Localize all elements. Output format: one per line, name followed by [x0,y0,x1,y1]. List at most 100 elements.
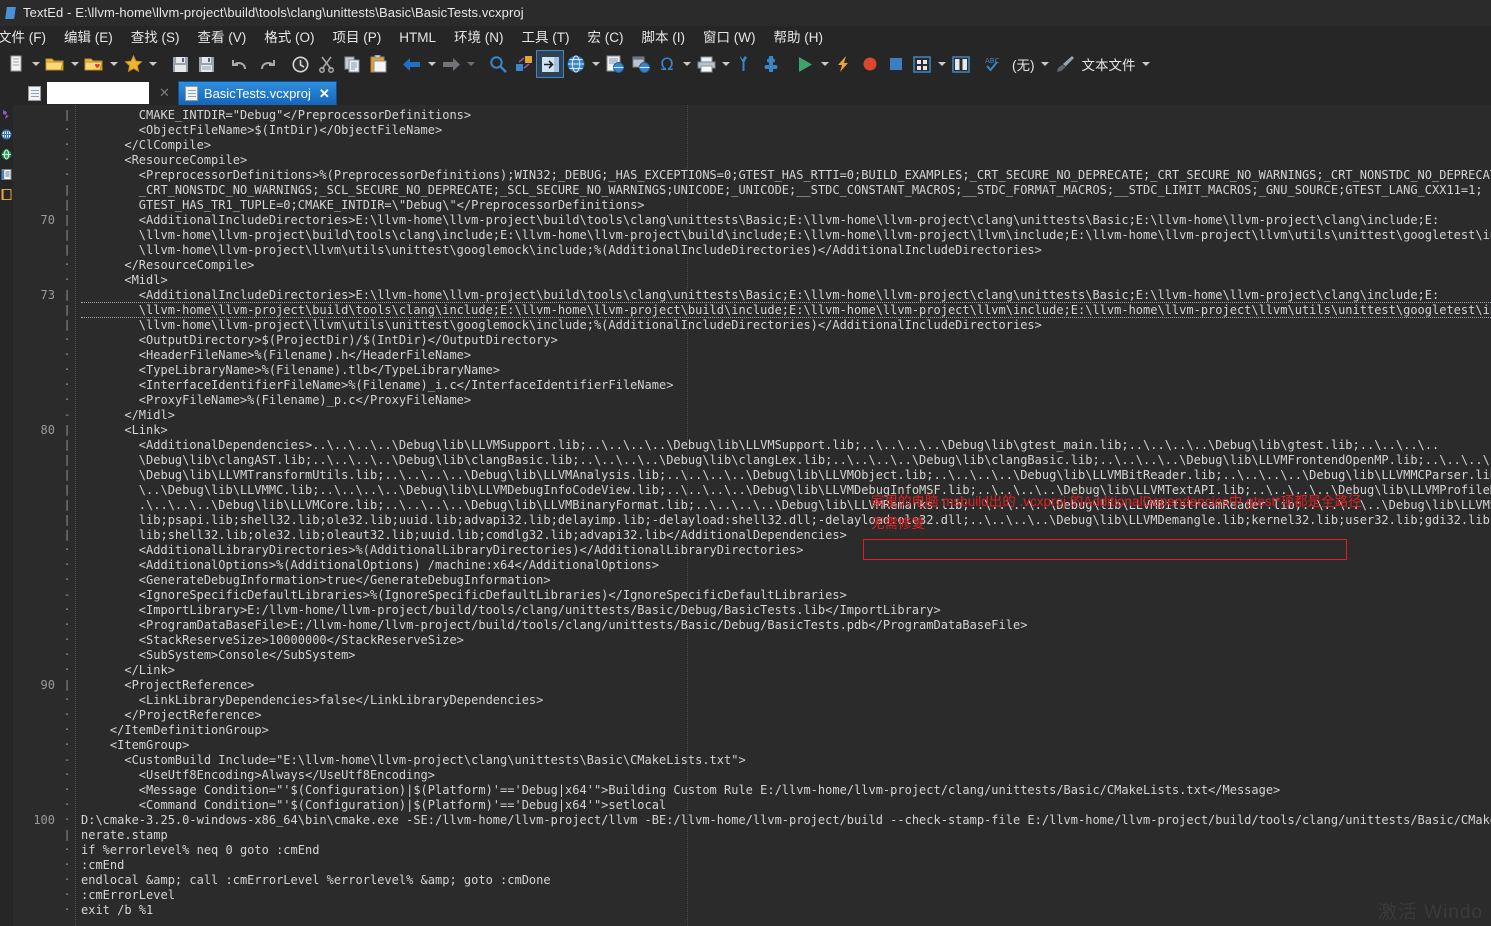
insert-tab-icon[interactable] [536,50,564,78]
code-line[interactable]: <IgnoreSpecificDefaultLibraries>%(Ignore… [81,588,1491,603]
fold-marker[interactable]: | [59,468,75,483]
code-line[interactable]: <Message Condition="'$(Configuration)|$(… [81,783,1491,798]
copy-icon[interactable] [339,51,365,77]
code-line[interactable]: \llvm-home\llvm-project\llvm\utils\unitt… [81,318,1491,333]
menu-script[interactable]: 脚本 (I) [633,27,695,48]
fold-marker[interactable]: · [59,543,75,558]
open-folder-dropdown-icon[interactable] [68,51,81,77]
run-icon[interactable] [792,51,818,77]
fold-marker[interactable]: · [59,843,75,858]
spellcheck-language-label[interactable]: (无) [1008,54,1039,74]
fold-marker[interactable]: · [59,693,75,708]
open-favorite-dropdown-icon[interactable] [107,51,120,77]
fold-marker[interactable]: | [59,423,75,438]
fold-marker[interactable]: | [59,108,75,123]
history-icon[interactable] [287,51,313,77]
code-line[interactable]: <AdditionalDependencies>..\..\..\..\Debu… [81,438,1491,453]
brush-icon[interactable] [1052,51,1078,77]
new-file-dropdown-icon[interactable] [29,51,42,77]
code-line[interactable]: </ClCompile> [81,138,1491,153]
code-line[interactable]: <Command Condition="'$(Configuration)|$(… [81,798,1491,813]
code-line[interactable]: nerate.stamp [81,828,1491,843]
menu-macro[interactable]: 宏 (C) [579,27,633,48]
fold-marker[interactable]: · [59,138,75,153]
open-folder-icon[interactable] [42,51,68,77]
code-line[interactable]: <AdditionalOptions>%(AdditionalOptions) … [81,558,1491,573]
spellcheck-dropdown-icon[interactable] [1039,51,1052,77]
fold-marker[interactable]: · [59,633,75,648]
fold-marker[interactable]: · [59,738,75,753]
grid-view-icon[interactable] [909,51,935,77]
fold-marker[interactable]: · [59,798,75,813]
fold-marker[interactable]: | [59,438,75,453]
fold-marker[interactable]: | [59,828,75,843]
undo-icon[interactable] [227,51,253,77]
fold-marker[interactable]: · [59,573,75,588]
favorites-star-icon[interactable] [120,51,146,77]
tab-redacted[interactable]: ✕ [22,81,176,105]
fold-marker[interactable]: · [59,903,75,918]
fold-marker[interactable]: · [59,858,75,873]
code-line[interactable]: <ObjectFileName>$(IntDir)</ObjectFileNam… [81,123,1491,138]
browser-dropdown-icon[interactable] [589,51,602,77]
menu-tools[interactable]: 工具 (T) [513,27,579,48]
fold-marker[interactable]: | [59,498,75,513]
back-dropdown-icon[interactable] [425,51,438,77]
code-line[interactable]: <ProgramDataBaseFile>E:/llvm-home/llvm-p… [81,618,1491,633]
fold-marker[interactable]: · [59,333,75,348]
fold-marker[interactable]: | [59,453,75,468]
menu-view[interactable]: 查看 (V) [189,27,256,48]
redo-icon[interactable] [253,51,279,77]
code-line[interactable]: <Link> [81,423,1491,438]
forward-arrow-icon[interactable] [438,51,464,77]
menu-edit[interactable]: 编辑 (E) [55,27,122,48]
record-stop-icon[interactable] [857,51,883,77]
code-line[interactable]: <LinkLibraryDependencies>false</LinkLibr… [81,693,1491,708]
fold-marker[interactable]: · [59,393,75,408]
code-line[interactable]: <ProjectReference> [81,678,1491,693]
fold-marker[interactable]: · [59,723,75,738]
code-line[interactable]: :cmEnd [81,858,1491,873]
code-line[interactable]: </ResourceCompile> [81,258,1491,273]
filetype-label[interactable]: 文本文件 [1078,54,1140,74]
code-line[interactable]: <ResourceCompile> [81,153,1491,168]
code-line[interactable]: <Midl> [81,273,1491,288]
lightning-icon[interactable] [831,51,857,77]
menu-html[interactable]: HTML [390,27,445,48]
code-line[interactable]: GTEST_HAS_TR1_TUPLE=0;CMAKE_INTDIR=\"Deb… [81,198,1491,213]
fold-marker[interactable]: · [59,168,75,183]
close-icon[interactable]: ✕ [319,86,330,102]
code-line[interactable]: <TypeLibraryName>%(Filename).tlb</TypeLi… [81,363,1491,378]
code-line[interactable]: CMAKE_INTDIR="Debug"</PreprocessorDefini… [81,108,1491,123]
code-text[interactable]: CMAKE_INTDIR="Debug"</PreprocessorDefini… [76,108,1491,918]
code-line[interactable]: lib;shell32.lib;ole32.lib;oleaut32.lib;u… [81,528,1491,543]
special-char-icon[interactable]: Ω [654,51,680,77]
replace-icon[interactable] [511,51,537,77]
menu-format[interactable]: 格式 (O) [255,27,323,48]
code-line[interactable]: \llvm-home\llvm-project\build\tools\clan… [81,228,1491,243]
code-line[interactable]: <InterfaceIdentifierFileName>%(Filename)… [81,378,1491,393]
code-line[interactable]: </ItemDefinitionGroup> [81,723,1491,738]
code-line[interactable]: D:\cmake-3.25.0-windows-x86_64\bin\cmake… [81,813,1491,828]
fold-marker[interactable]: · [59,348,75,363]
filetype-dropdown-icon[interactable] [1140,51,1153,77]
spellcheck-icon[interactable]: ABC [982,51,1008,77]
fold-marker[interactable]: · [59,363,75,378]
fold-marker[interactable]: | [59,483,75,498]
code-line[interactable]: :cmErrorLevel [81,888,1491,903]
cut-icon[interactable] [313,51,339,77]
menu-help[interactable]: 帮助 (H) [764,27,832,48]
fold-marker[interactable]: · [59,618,75,633]
fold-marker[interactable]: | [59,183,75,198]
page-icon[interactable] [1,189,12,200]
code-line[interactable]: <OutputDirectory>$(ProjectDir)/$(IntDir)… [81,333,1491,348]
grid-view-dropdown-icon[interactable] [935,51,948,77]
save-icon[interactable] [167,51,193,77]
favorites-dropdown-icon[interactable] [146,51,159,77]
special-char-dropdown-icon[interactable] [680,51,693,77]
open-favorite-icon[interactable] [81,51,107,77]
browser-preview-icon[interactable] [563,51,589,77]
tools-wrench-icon[interactable] [732,51,758,77]
save-all-icon[interactable] [193,51,219,77]
code-line[interactable]: <ProxyFileName>%(Filename)_p.c</ProxyFil… [81,393,1491,408]
